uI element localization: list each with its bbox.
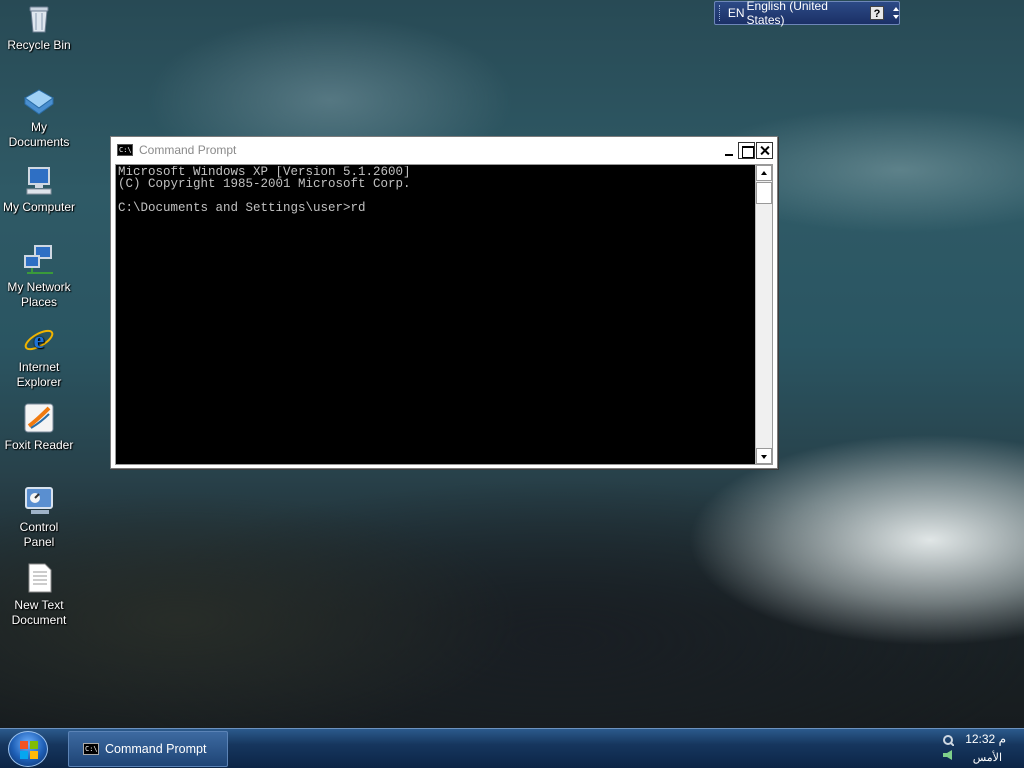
scroll-thumb[interactable] [756, 182, 772, 204]
my-computer-icon [23, 164, 55, 196]
language-bar-grip[interactable] [719, 5, 722, 21]
close-button[interactable] [756, 141, 773, 159]
desktop-icon-label: Document [11, 613, 67, 627]
console-app-icon: C:\ [83, 743, 99, 755]
language-code[interactable]: EN [728, 6, 745, 20]
desktop-icon-network-places[interactable]: My Network Places [0, 244, 78, 310]
control-panel-icon [23, 484, 55, 516]
internet-explorer-icon: e [23, 324, 55, 356]
desktop-icon-new-text-document[interactable]: New Text Document [0, 562, 78, 628]
taskbar-button-label: Command Prompt [105, 742, 207, 756]
desktop-icon-label: Foxit Reader [4, 438, 74, 452]
clock-day[interactable]: الأمس [973, 751, 1002, 764]
desktop-icon-label: New Text [14, 598, 64, 612]
desktop-icon-label: Recycle Bin [7, 38, 71, 52]
taskbar: C:\ Command Prompt 12:32 م الأمس [0, 728, 1024, 768]
system-tray: 12:32 م الأمس [934, 729, 1024, 768]
desktop-icon-label: Places [20, 295, 58, 309]
desktop-icon-label: My Computer [2, 200, 76, 214]
window-titlebar[interactable]: C:\ Command Prompt [111, 137, 777, 163]
volume-icon[interactable] [942, 749, 954, 761]
desktop-icon-label: My Network [7, 280, 71, 294]
foxit-reader-icon [23, 402, 55, 434]
network-places-icon [23, 244, 55, 276]
console-command-line[interactable]: C:\Documents and Settings\user>rd [118, 202, 754, 215]
maximize-button[interactable] [738, 141, 755, 159]
desktop-icon-control-panel[interactable]: Control Panel [0, 484, 78, 550]
console-area[interactable]: Microsoft Windows XP [Version 5.1.2600](… [115, 164, 773, 465]
taskbar-button-command-prompt[interactable]: C:\ Command Prompt [68, 731, 228, 767]
vertical-scrollbar[interactable] [755, 165, 772, 464]
my-documents-icon [23, 84, 55, 116]
desktop-icon-label: My [31, 120, 47, 134]
desktop-icon-foxit-reader[interactable]: Foxit Reader [0, 402, 78, 453]
language-bar[interactable]: EN English (United States) ? [714, 0, 900, 27]
desktop-icon-label: Explorer [16, 375, 62, 389]
language-bar-options-icon[interactable] [892, 5, 899, 21]
window-title: Command Prompt [139, 143, 237, 157]
console-app-icon[interactable]: C:\ [117, 144, 133, 156]
scroll-up-button[interactable] [756, 165, 772, 181]
console-output[interactable]: Microsoft Windows XP [Version 5.1.2600](… [118, 166, 754, 462]
minimize-button[interactable] [720, 141, 737, 159]
windows-logo-icon [20, 741, 38, 759]
recycle-bin-icon [23, 2, 55, 34]
desktop-icon-label: Panel [23, 535, 55, 549]
language-name[interactable]: English (United States) [747, 0, 861, 27]
clock-time[interactable]: 12:32 م [965, 732, 1006, 746]
desktop-icon-internet-explorer[interactable]: e Internet Explorer [0, 324, 78, 390]
start-button[interactable] [8, 731, 48, 767]
svg-text:e: e [34, 328, 45, 354]
desktop-icon-my-documents[interactable]: My Documents [0, 84, 78, 150]
text-document-icon [23, 562, 55, 594]
network-icon[interactable] [942, 734, 955, 747]
desktop-icon-label: Control [19, 520, 59, 534]
help-icon[interactable]: ? [870, 6, 884, 20]
scroll-down-button[interactable] [756, 448, 772, 464]
desktop-icon-recycle-bin[interactable]: Recycle Bin [0, 2, 78, 53]
desktop-icon-my-computer[interactable]: My Computer [0, 164, 78, 215]
desktop-icon-label: Internet [18, 360, 60, 374]
console-line: (C) Copyright 1985-2001 Microsoft Corp. [118, 177, 411, 191]
command-prompt-window[interactable]: C:\ Command Prompt Microsoft Windows XP … [110, 136, 778, 469]
desktop-icon-label: Documents [8, 135, 70, 149]
